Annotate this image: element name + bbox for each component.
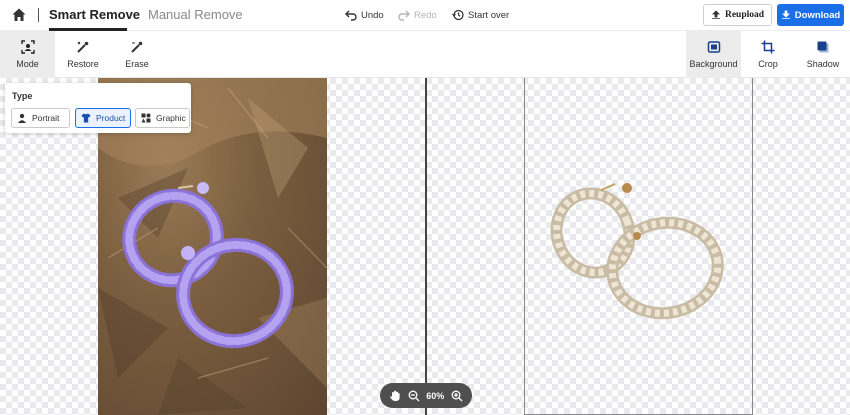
mode-label: Mode bbox=[16, 59, 39, 69]
mode-type-popup: Type Portrait Product Graphic bbox=[5, 83, 191, 133]
restore-brush-icon bbox=[77, 41, 89, 53]
popup-title: Type bbox=[12, 91, 33, 101]
shadow-label: Shadow bbox=[806, 59, 840, 69]
type-product-label: Product bbox=[96, 113, 126, 123]
graphic-shapes-icon bbox=[141, 113, 151, 123]
type-portrait-button[interactable]: Portrait bbox=[11, 108, 70, 128]
upload-icon bbox=[711, 10, 720, 19]
restore-tool[interactable]: Restore bbox=[58, 31, 108, 78]
zoom-in-icon[interactable] bbox=[451, 390, 463, 402]
undo-button[interactable]: Undo bbox=[345, 9, 384, 21]
undo-icon bbox=[345, 10, 357, 21]
divider bbox=[38, 8, 39, 22]
type-graphic-button[interactable]: Graphic bbox=[135, 108, 190, 128]
type-portrait-label: Portrait bbox=[32, 113, 60, 123]
type-graphic-label: Graphic bbox=[156, 113, 186, 123]
reupload-button[interactable]: Reupload bbox=[703, 4, 772, 26]
mode-tool[interactable]: Mode bbox=[0, 31, 55, 78]
background-icon bbox=[707, 41, 720, 53]
tool-bar: Mode Restore Erase Background Crop Shado… bbox=[0, 31, 850, 78]
redo-button[interactable]: Redo bbox=[398, 9, 437, 21]
download-label: Download bbox=[794, 9, 841, 21]
tab-manual-remove[interactable]: Manual Remove bbox=[148, 7, 243, 22]
erase-label: Erase bbox=[125, 59, 149, 69]
background-tool[interactable]: Background bbox=[686, 31, 741, 78]
start-over-button[interactable]: Start over bbox=[452, 9, 509, 21]
shadow-icon bbox=[817, 41, 829, 53]
shirt-icon bbox=[81, 113, 91, 123]
start-over-label: Start over bbox=[468, 9, 510, 21]
result-photo-render bbox=[550, 183, 724, 320]
person-icon bbox=[18, 113, 26, 123]
download-button[interactable]: Download bbox=[777, 4, 844, 26]
zoom-level: 60% bbox=[426, 390, 445, 401]
crop-icon bbox=[761, 40, 775, 54]
redo-label: Redo bbox=[414, 9, 437, 21]
restore-label: Restore bbox=[67, 59, 99, 69]
hand-pan-icon[interactable] bbox=[389, 390, 401, 402]
type-product-button[interactable]: Product bbox=[75, 108, 131, 128]
mode-icon bbox=[20, 40, 35, 54]
history-icon bbox=[452, 9, 464, 21]
zoom-out-icon[interactable] bbox=[408, 390, 420, 402]
top-bar: Smart Remove Manual Remove Undo Redo Sta… bbox=[0, 0, 850, 31]
tab-smart-remove[interactable]: Smart Remove bbox=[49, 7, 140, 22]
crop-label: Crop bbox=[758, 59, 778, 69]
download-icon bbox=[781, 10, 790, 19]
reupload-label: Reupload bbox=[724, 10, 765, 20]
compare-divider[interactable] bbox=[425, 78, 427, 415]
erase-brush-icon bbox=[131, 41, 143, 53]
undo-label: Undo bbox=[361, 9, 384, 21]
result-image bbox=[524, 78, 753, 415]
background-label: Background bbox=[689, 59, 738, 69]
shadow-tool[interactable]: Shadow bbox=[802, 31, 844, 78]
home-icon[interactable] bbox=[11, 7, 27, 23]
erase-tool[interactable]: Erase bbox=[114, 31, 160, 78]
zoom-controls: 60% bbox=[380, 383, 472, 408]
crop-tool[interactable]: Crop bbox=[748, 31, 788, 78]
redo-icon bbox=[398, 10, 410, 21]
